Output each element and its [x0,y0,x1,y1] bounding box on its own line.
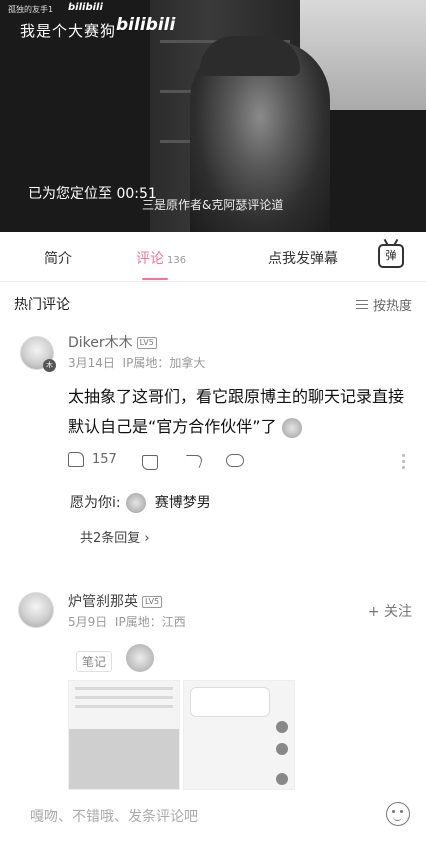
like-button[interactable]: 157 [68,452,117,467]
comment-input-bar: 嘎吻、不错哦、发条评论吧 [0,790,426,854]
comment-date: 3月14日 [68,356,115,370]
username-text: Diker木木 [68,335,133,351]
comment-location: IP属地：江西 [114,615,186,629]
tab-comments-label: 评论 [136,251,164,267]
video-subtitle: 三是原作者&克阿瑟评论道 [142,198,284,212]
image-text-line [75,687,173,690]
note-tag[interactable]: 笔记 [76,651,113,672]
tab-comments-count: 136 [167,255,187,266]
avatar[interactable] [18,592,54,628]
reply-preview[interactable]: 愿为你i: 赛博梦男 [70,492,370,513]
comment-image[interactable] [68,680,180,790]
comment-bubble-icon [226,454,244,467]
more-options-icon[interactable] [402,454,405,457]
image-chat-avatar [276,743,288,755]
video-title-overlay: 我是个大赛狗 [20,22,117,40]
comment-text: 太抽象了这哥们，看它跟原博主的聊天记录直接默认自己是“官方合作伙伴”了 [68,387,405,436]
share-button[interactable] [181,455,205,468]
comment-image[interactable] [183,680,295,790]
laughing-emoji-icon [281,417,302,438]
comment-body: 太抽象了这哥们，看它跟原博主的聊天记录直接默认自己是“官方合作伙伴”了 [68,382,418,442]
shocked-emoji-icon [126,644,154,672]
image-chat-avatar [276,721,288,733]
comment-location: IP属地：加拿大 [122,356,206,370]
video-player[interactable]: 孤独的友手1 bilibili 我是个大赛狗 bilibili 已为您定位至 0… [0,0,426,232]
reply-username: 愿为你i: [70,495,121,511]
dislike-button[interactable] [142,455,158,470]
video-small-caption: 孤独的友手1 [8,5,54,14]
follow-button[interactable]: + 关注 [368,601,412,621]
image-text-line [75,696,173,699]
avatar[interactable]: 木 [20,336,56,372]
comment-meta: 3月14日 IP属地：加拿大 [68,354,205,371]
comment-username[interactable]: 炉管刹那英 LV5 [68,591,163,611]
comment-username[interactable]: Diker木木 LV5 [68,332,157,352]
thumbs-down-icon [142,455,158,470]
image-text-line [75,705,173,708]
sort-label: 按热度 [372,299,412,314]
image-chat-avatar [276,773,288,785]
image-photo-area [69,729,179,789]
comment-input[interactable]: 嘎吻、不错哦、发条评论吧 [30,806,198,826]
tab-active-indicator [142,278,168,280]
emoji-icon[interactable] [386,802,410,826]
danmaku-toggle-icon[interactable]: 弹 [378,244,404,268]
hot-comments-heading: 热门评论 [14,297,70,313]
share-icon [181,455,205,468]
level-badge: LV5 [142,596,163,608]
sort-icon [355,300,368,309]
comment-date: 5月9日 [68,615,108,629]
reply-text: 赛博梦男 [154,495,211,511]
reply-button[interactable] [226,454,244,467]
video-person-cap [200,36,300,76]
sort-by-hot-button[interactable]: 按热度 [355,295,412,314]
image-chat-bubble [190,687,270,717]
comment-meta: 5月9日 IP属地：江西 [68,613,186,630]
danmaku-icon-label: 弹 [385,249,397,262]
tab-intro[interactable]: 简介 [44,248,72,268]
avatar-badge: 木 [43,359,56,372]
thumbs-up-icon [68,452,84,467]
view-replies-link[interactable]: 共2条回复 › [80,527,150,546]
video-small-logo: bilibili [68,2,103,13]
tab-comments[interactable]: 评论 136 [136,248,186,268]
bilibili-logo: bilibili [116,15,176,35]
cat-emoji-icon [125,492,146,513]
like-count: 157 [92,452,117,467]
comment-actions: 157 [68,452,413,474]
send-danmaku-button[interactable]: 点我发弹幕 [268,248,338,268]
username-text: 炉管刹那英 [68,594,138,610]
level-badge: LV5 [136,337,157,349]
seek-position-toast: 已为您定位至 00:51 [28,186,157,202]
tab-bar: 简介 评论 136 点我发弹幕 弹 [0,232,426,282]
